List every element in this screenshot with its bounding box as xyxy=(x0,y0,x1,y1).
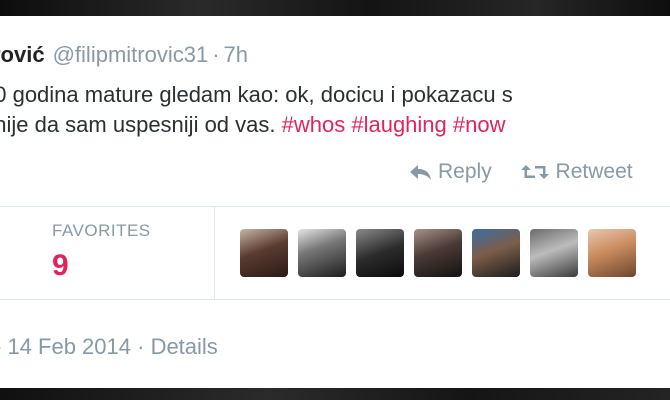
avatar[interactable] xyxy=(530,229,578,277)
avatar[interactable] xyxy=(588,229,636,277)
avatar[interactable] xyxy=(240,229,288,277)
tweet-header: rović @filipmitrovic31·7h xyxy=(0,42,248,68)
avatar[interactable] xyxy=(298,229,346,277)
time-separator: · xyxy=(212,42,220,67)
avatar[interactable] xyxy=(356,229,404,277)
hashtag-laughing[interactable]: #laughing xyxy=(351,112,446,137)
details-link[interactable]: Details xyxy=(151,334,218,359)
avatar[interactable] xyxy=(472,229,520,277)
user-handle[interactable]: @filipmitrovic31 xyxy=(53,42,209,67)
favorites-label: FAVORITES xyxy=(52,221,151,240)
tweet-date: - 14 Feb 2014 xyxy=(0,334,131,359)
tweet-text: 10 godina mature gledam kao: ok, docicu … xyxy=(0,80,670,140)
tweet-text-line-1: 10 godina mature gledam kao: ok, docicu … xyxy=(0,82,513,107)
favorites-stat[interactable]: FAVORITES 9 xyxy=(0,207,215,299)
reply-button[interactable]: Reply xyxy=(408,160,492,184)
tweet-card: rović@filipmitrovic31·7h 10 godina matur… xyxy=(0,16,670,388)
favorites-count: 9 xyxy=(52,249,69,282)
tweet-footer: - 14 Feb 2014 · Details xyxy=(0,334,218,360)
tweet-text-line-2-body: anije da sam uspesniji od vas. xyxy=(0,112,282,137)
background-bottom xyxy=(0,388,670,400)
tweet-actions: Reply Retweet xyxy=(408,160,655,187)
reply-icon xyxy=(410,165,431,180)
hashtag-whos[interactable]: #whos xyxy=(282,112,346,137)
retweet-label: Retweet xyxy=(555,160,633,183)
tweet-text-line-2: anije da sam uspesniji od vas. #whos #la… xyxy=(0,110,670,140)
retweet-button[interactable]: Retweet xyxy=(520,160,633,184)
footer-separator: · xyxy=(137,334,145,359)
avatar[interactable] xyxy=(414,229,462,277)
background-top xyxy=(0,0,670,16)
reply-label: Reply xyxy=(438,160,492,183)
user-name[interactable]: rović xyxy=(0,42,45,67)
retweet-icon xyxy=(520,165,549,179)
divider xyxy=(0,299,670,300)
hashtag-now[interactable]: #now xyxy=(453,112,506,137)
tweet-stats: FAVORITES 9 xyxy=(0,207,670,299)
tweet-time[interactable]: 7h xyxy=(224,42,248,67)
